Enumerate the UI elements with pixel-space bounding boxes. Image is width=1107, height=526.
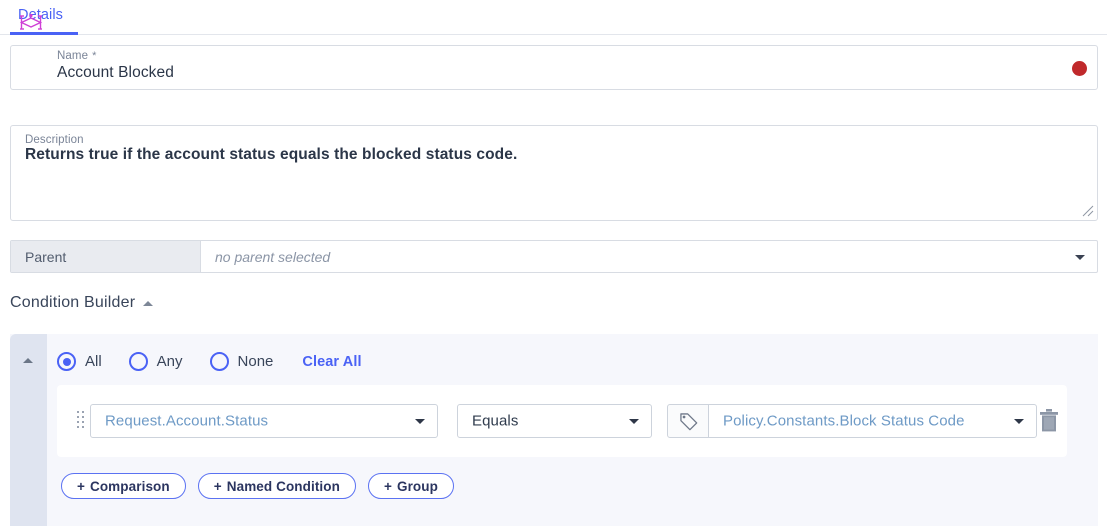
match-mode-group: All Any None Clear All: [57, 352, 362, 371]
condition-builder-title: Condition Builder: [10, 294, 136, 311]
add-named-condition-label: Named Condition: [226, 478, 340, 494]
condition-builder-header[interactable]: Condition Builder: [10, 294, 154, 312]
radio-option-all[interactable]: All: [57, 352, 102, 371]
left-operand-select[interactable]: Request.Account.Status: [90, 404, 438, 438]
chevron-up-icon[interactable]: [143, 301, 154, 306]
name-field-value: Account Blocked: [57, 64, 174, 81]
plus-icon: +: [213, 478, 222, 494]
delete-condition-button[interactable]: [1037, 408, 1061, 434]
chevron-down-icon: [415, 419, 425, 424]
status-badge-dot[interactable]: [1072, 61, 1087, 76]
operator-select[interactable]: Equals: [457, 404, 652, 438]
condition-actions: + Comparison + Named Condition + Group: [61, 473, 454, 499]
add-comparison-label: Comparison: [89, 478, 170, 494]
radio-label-all: All: [85, 353, 102, 370]
right-operand-value: Policy.Constants.Block Status Code: [723, 412, 965, 430]
parent-field-label: Parent: [11, 241, 201, 272]
right-operand-mode-button[interactable]: [667, 404, 709, 438]
radio-label-none: None: [237, 353, 274, 370]
left-operand-value: Request.Account.Status: [105, 412, 269, 430]
chevron-down-icon: [1075, 254, 1085, 260]
chevron-down-icon: [629, 419, 639, 424]
condition-group-collapse-gutter[interactable]: [10, 334, 47, 526]
parent-select-placeholder: no parent selected: [215, 248, 331, 265]
operator-value: Equals: [472, 412, 519, 430]
description-field-value: Returns true if the account status equal…: [25, 146, 518, 163]
parent-field-row: Parent no parent selected: [10, 240, 1098, 273]
add-named-condition-button[interactable]: + Named Condition: [197, 473, 356, 499]
trash-icon: [1040, 409, 1058, 432]
add-comparison-button[interactable]: + Comparison: [61, 473, 186, 499]
condition-node-icon: [19, 13, 43, 30]
radio-label-any: Any: [156, 353, 183, 370]
add-group-button[interactable]: + Group: [367, 473, 454, 499]
radio-option-any[interactable]: Any: [128, 352, 183, 371]
right-operand-select[interactable]: Policy.Constants.Block Status Code: [708, 404, 1037, 438]
parent-select[interactable]: no parent selected: [201, 241, 1097, 272]
required-indicator: *: [92, 50, 97, 62]
tag-icon: [680, 413, 698, 431]
description-field-label: Description: [25, 134, 84, 146]
plus-icon: +: [77, 478, 85, 494]
add-group-label: Group: [396, 478, 438, 494]
name-label-text: Name: [57, 50, 89, 62]
radio-indicator-any: [128, 352, 148, 371]
tab-bar: Details: [0, 0, 1107, 35]
plus-icon: +: [383, 478, 392, 494]
radio-indicator-none: [209, 352, 229, 371]
condition-row: Request.Account.Status Equals Policy.Con…: [57, 385, 1067, 457]
drag-handle-icon[interactable]: [77, 411, 84, 430]
chevron-down-icon: [1014, 419, 1024, 424]
clear-all-link[interactable]: Clear All: [302, 354, 361, 370]
description-field-card[interactable]: [10, 125, 1098, 221]
radio-option-none[interactable]: None: [209, 352, 274, 371]
radio-indicator-all: [57, 352, 76, 371]
name-field-label: Name *: [57, 50, 96, 62]
chevron-up-icon: [23, 358, 33, 363]
